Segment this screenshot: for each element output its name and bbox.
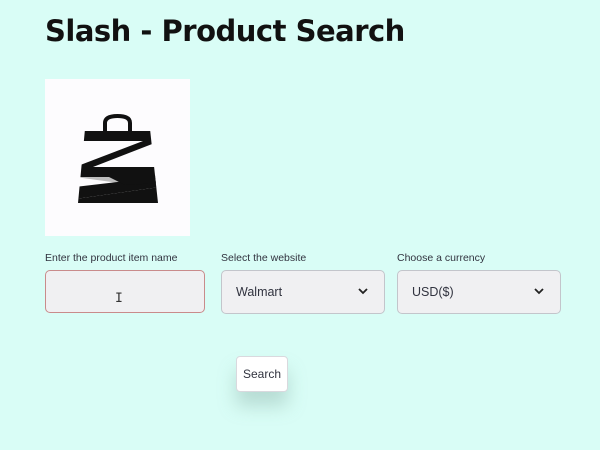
currency-select[interactable]: USD($): [397, 270, 561, 314]
logo-image: [45, 79, 190, 236]
text-cursor-icon: Ι: [115, 291, 123, 306]
website-field: Select the website Walmart: [221, 251, 385, 314]
product-field: Enter the product item name Ι: [45, 251, 205, 313]
page-title: Slash - Product Search: [45, 14, 405, 48]
website-label: Select the website: [221, 252, 307, 264]
product-label: Enter the product item name: [45, 252, 178, 264]
currency-label: Choose a currency: [397, 252, 486, 264]
currency-field: Choose a currency USD($): [397, 251, 561, 314]
chevron-down-icon: [534, 288, 544, 295]
product-name-input[interactable]: [45, 270, 205, 313]
chevron-down-icon: [358, 288, 368, 295]
currency-selected-value: USD($): [412, 285, 454, 299]
search-button[interactable]: Search: [236, 356, 288, 392]
shopping-bag-icon: [78, 113, 158, 203]
website-selected-value: Walmart: [236, 285, 283, 299]
website-select[interactable]: Walmart: [221, 270, 385, 314]
